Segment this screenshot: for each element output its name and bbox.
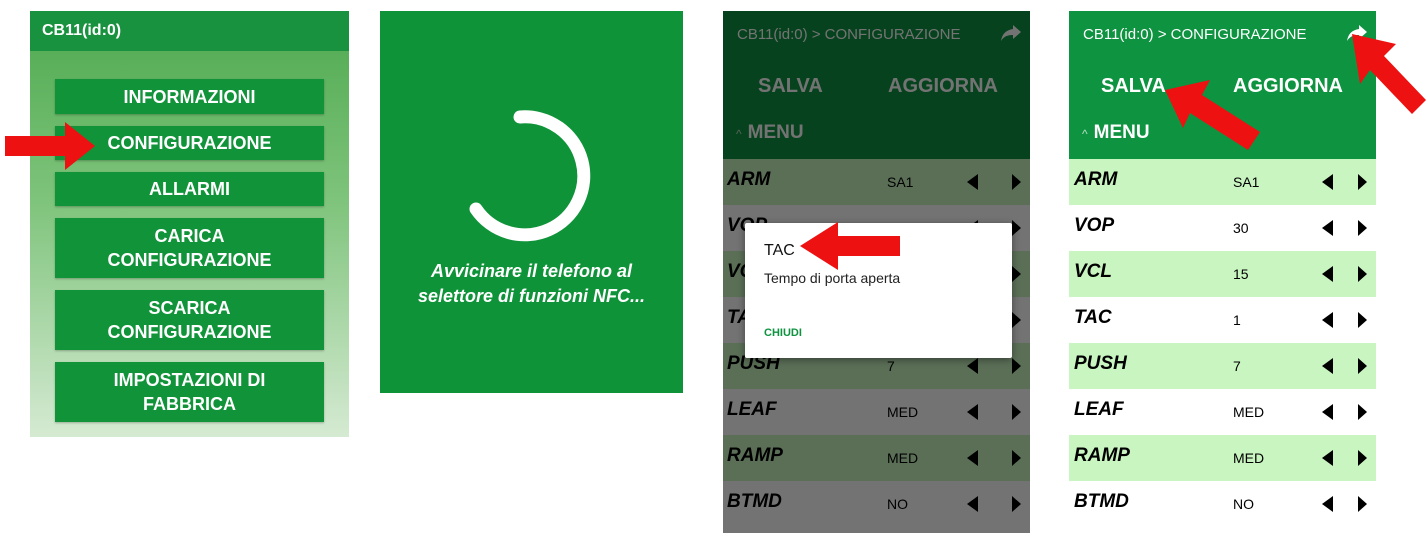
config-row-tac: TAC 1	[1069, 297, 1376, 343]
increase-arrow-icon[interactable]	[1358, 174, 1367, 190]
nfc-instruction-text: Avvicinare il telefono al selettore di f…	[417, 261, 645, 306]
decrease-arrow-icon[interactable]	[1322, 404, 1333, 420]
annotation-arrow-icon	[1165, 80, 1260, 150]
row-value: MED	[1233, 450, 1265, 466]
menu-label: MENU	[1093, 122, 1150, 143]
row-key: VCL	[1074, 261, 1112, 282]
row-key: TAC	[1074, 307, 1112, 328]
dialog-title: TAC	[764, 242, 795, 259]
row-key: LEAF	[1074, 399, 1124, 420]
decrease-arrow-icon[interactable]	[1322, 174, 1333, 190]
config-title: CB11(id:0) > CONFIGURAZIONE	[1083, 26, 1307, 43]
row-value: 1	[1233, 312, 1241, 328]
main-menu-screen: CB11(id:0) INFORMAZIONI CONFIGURAZIONE A…	[30, 11, 349, 437]
decrease-arrow-icon[interactable]	[1322, 312, 1333, 328]
impostazioni-di-fabbrica-button[interactable]: IMPOSTAZIONI DI FABBRICA	[55, 362, 324, 422]
configurazione-button[interactable]: CONFIGURAZIONE	[55, 126, 324, 160]
row-value: MED	[1233, 404, 1265, 420]
loading-spinner-icon	[469, 110, 591, 242]
config-row-ramp: RAMP MED	[1069, 435, 1376, 481]
increase-arrow-icon[interactable]	[1358, 404, 1367, 420]
config-row-leaf: LEAF MED	[1069, 389, 1376, 435]
chiudi-button[interactable]: CHIUDI	[764, 327, 802, 339]
row-value: 30	[1233, 220, 1249, 236]
config-row-btmd: BTMD NO	[1069, 481, 1376, 527]
decrease-arrow-icon[interactable]	[1322, 450, 1333, 466]
annotation-arrow-icon	[1352, 34, 1426, 114]
row-key: ARM	[1074, 169, 1118, 190]
decrease-arrow-icon[interactable]	[1322, 220, 1333, 236]
decrease-arrow-icon[interactable]	[1322, 266, 1333, 282]
row-value: 15	[1233, 266, 1249, 282]
row-value: 7	[1233, 358, 1241, 374]
decrease-arrow-icon[interactable]	[1322, 496, 1333, 512]
increase-arrow-icon[interactable]	[1358, 266, 1367, 282]
annotation-arrow-icon	[800, 222, 900, 270]
row-value: NO	[1233, 496, 1254, 512]
config-row-arm: ARM SA1	[1069, 159, 1376, 205]
informazioni-button[interactable]: INFORMAZIONI	[55, 79, 324, 114]
row-key: RAMP	[1074, 445, 1130, 466]
dialog-description: Tempo di porta aperta	[764, 270, 901, 286]
salva-button[interactable]: SALVA	[1101, 75, 1166, 98]
config-screen-with-dialog: CB11(id:0) > CONFIGURAZIONE SALVA AGGIOR…	[723, 11, 1030, 533]
chevron-up-icon: ^	[1082, 127, 1088, 141]
row-key: BTMD	[1074, 491, 1129, 512]
row-key: PUSH	[1074, 353, 1127, 374]
increase-arrow-icon[interactable]	[1358, 312, 1367, 328]
config-row-vop: VOP 30	[1069, 205, 1376, 251]
increase-arrow-icon[interactable]	[1358, 496, 1367, 512]
annotation-arrow-icon	[5, 122, 95, 170]
row-value: SA1	[1233, 174, 1260, 190]
config-row-vcl: VCL 15	[1069, 251, 1376, 297]
main-menu-title: CB11(id:0)	[30, 11, 349, 51]
increase-arrow-icon[interactable]	[1358, 358, 1367, 374]
config-row-push: PUSH 7	[1069, 343, 1376, 389]
menu-toggle[interactable]: ^ MENU	[1082, 122, 1150, 144]
nfc-loading-screen: Avvicinare il telefono al selettore di f…	[380, 11, 683, 393]
increase-arrow-icon[interactable]	[1358, 450, 1367, 466]
carica-configurazione-button[interactable]: CARICA CONFIGURAZIONE	[55, 218, 324, 278]
increase-arrow-icon[interactable]	[1358, 220, 1367, 236]
allarmi-button[interactable]: ALLARMI	[55, 172, 324, 206]
row-key: VOP	[1074, 215, 1115, 236]
decrease-arrow-icon[interactable]	[1322, 358, 1333, 374]
scarica-configurazione-button[interactable]: SCARICA CONFIGURAZIONE	[55, 290, 324, 350]
